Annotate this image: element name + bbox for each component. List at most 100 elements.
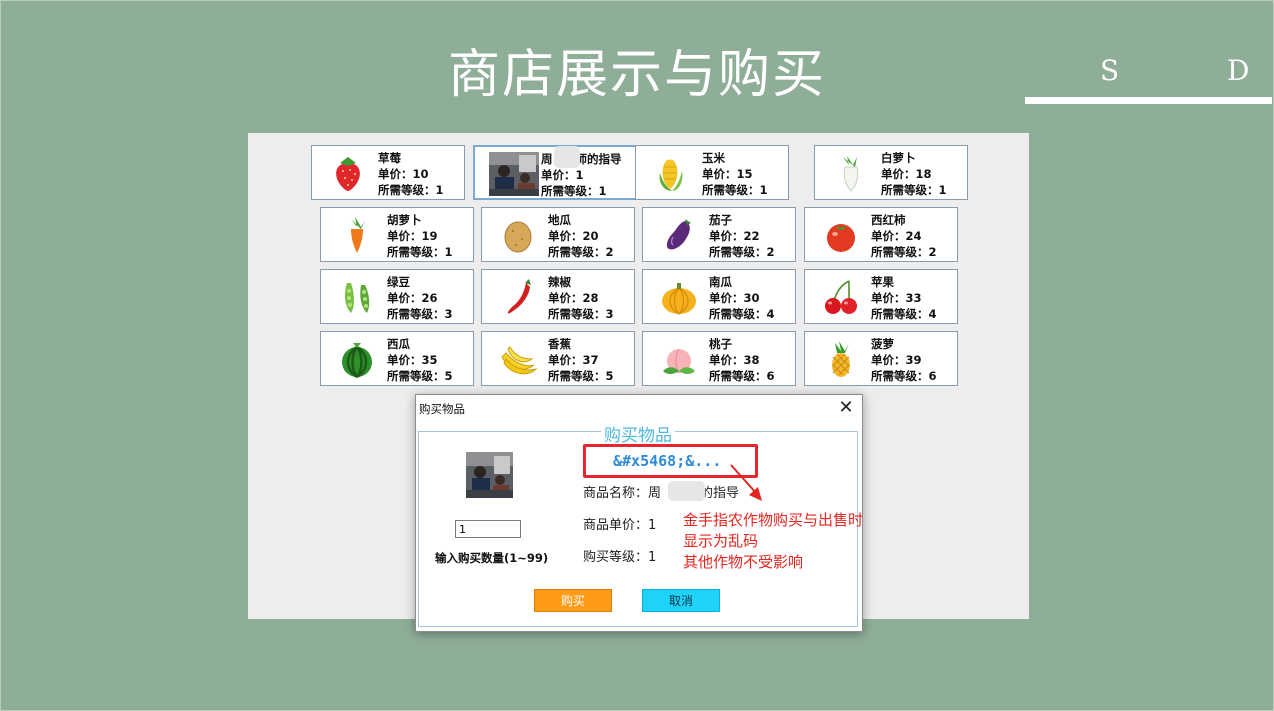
item-name: 白萝卜	[881, 151, 916, 165]
shop-item-tile[interactable]: 胡萝卜单价：19 所需等级：1	[320, 207, 474, 262]
shop-item-tile[interactable]: 地瓜单价：20 所需等级：2	[481, 207, 635, 262]
item-price: 单价：10	[378, 167, 429, 181]
teacher-photo	[489, 152, 539, 196]
item-level: 所需等级：6	[871, 369, 937, 383]
tomato-icon	[827, 224, 855, 252]
annotation-line-2: 显示为乱码	[683, 532, 759, 550]
item-name: 玉米	[702, 151, 725, 165]
shop-item-tile[interactable]: 桃子 单价：38 所需等级：6	[642, 331, 796, 386]
item-level: 所需等级：1	[881, 183, 947, 197]
item-level: 所需等级：1	[702, 183, 768, 197]
item-name: 草莓	[378, 151, 401, 165]
level-value: 1	[648, 550, 657, 565]
shop-item-tile[interactable]: 西瓜单价：35 所需等级：5	[320, 331, 474, 386]
item-price: 单价：26	[387, 291, 438, 305]
item-name: 苹果	[871, 275, 894, 289]
privacy-blur	[668, 481, 705, 501]
quantity-input[interactable]	[455, 520, 521, 538]
item-level: 所需等级：5	[387, 369, 453, 383]
white-radish-icon	[843, 156, 859, 192]
brand-letter-s: S	[1100, 54, 1120, 87]
item-price: 单价：22	[709, 229, 760, 243]
item-price: 单价：19	[387, 229, 438, 243]
level-row: 购买等级：1	[583, 546, 656, 565]
item-name: 胡萝卜	[387, 213, 422, 227]
shop-item-tile[interactable]: 香蕉单价：37 所需等级：5	[481, 331, 635, 386]
unit-price-label: 商品单价：	[583, 518, 649, 533]
shop-item-tile[interactable]: 玉米单价：15 所需等级：1	[635, 145, 789, 200]
shop-item-tile[interactable]: 草莓 单价：10 所需等级：1	[311, 145, 465, 200]
shop-item-tile[interactable]: 苹果 单价：33 所需等级：4	[804, 269, 958, 324]
item-price: 单价：39	[871, 353, 922, 367]
strawberry-icon	[336, 157, 360, 191]
item-price: 单价：1	[541, 168, 584, 182]
shop-item-tile[interactable]: 绿豆单价：26 所需等级：3	[320, 269, 474, 324]
annotation-line-1: 金手指农作物购买与出售时	[683, 511, 864, 529]
unit-price-value: 1	[648, 518, 657, 533]
annotation-line-3: 其他作物不受影响	[683, 553, 804, 571]
cherry-icon	[825, 280, 857, 314]
product-name-label: 商品名称：	[583, 486, 649, 501]
peach-icon	[663, 348, 695, 374]
item-price: 单价：35	[387, 353, 438, 367]
group-title: 购买物品	[601, 421, 675, 446]
item-level: 所需等级：4	[871, 307, 937, 321]
product-photo	[466, 452, 513, 498]
shop-item-tile[interactable]: 茄子单价：22 所需等级：2	[642, 207, 796, 262]
item-level: 所需等级：4	[709, 307, 775, 321]
item-name: 南瓜	[709, 275, 732, 289]
item-level: 所需等级：1	[387, 245, 453, 259]
item-price: 单价：24	[871, 229, 922, 243]
item-name: 西红柿	[871, 213, 906, 227]
item-level: 所需等级：2	[871, 245, 937, 259]
item-level: 所需等级：1	[541, 184, 607, 198]
item-name: 绿豆	[387, 275, 410, 289]
shop-item-tile[interactable]: 西红柿单价：24 所需等级：2	[804, 207, 958, 262]
shop-item-tile[interactable]: 南瓜单价：30 所需等级：4	[642, 269, 796, 324]
annotation-note: 金手指农作物购买与出售时 显示为乱码 其他作物不受影响	[683, 510, 863, 573]
item-name: 西瓜	[387, 337, 410, 351]
pineapple-icon	[832, 341, 850, 377]
highlight-box	[583, 444, 758, 478]
item-price: 单价：37	[548, 353, 599, 367]
buy-button[interactable]: 购买	[534, 589, 612, 612]
shop-item-tile[interactable]: 白萝卜单价：18 所需等级：1	[814, 145, 968, 200]
item-name: 香蕉	[548, 337, 571, 351]
shop-item-tile[interactable]: 周 师的指导 单价：1 所需等级：1	[473, 145, 647, 200]
eggplant-icon	[666, 219, 691, 250]
shop-item-tile[interactable]: 辣椒单价：28 所需等级：3	[481, 269, 635, 324]
item-price: 单价：30	[709, 291, 760, 305]
slide-title: 商店展示与购买	[447, 45, 826, 105]
item-level: 所需等级：3	[387, 307, 453, 321]
item-level: 所需等级：3	[548, 307, 614, 321]
item-price: 单价：20	[548, 229, 599, 243]
item-level: 所需等级：2	[709, 245, 775, 259]
item-name: 桃子	[709, 337, 732, 351]
cancel-button[interactable]: 取消	[642, 589, 720, 612]
item-price: 单价：38	[709, 353, 760, 367]
quantity-label: 输入购买数量(1~99)	[435, 551, 549, 565]
item-price: 单价：15	[702, 167, 753, 181]
corn-icon	[659, 159, 683, 191]
item-price: 单价：28	[548, 291, 599, 305]
mung-bean-icon	[344, 283, 370, 313]
item-price: 单价：18	[881, 167, 932, 181]
unit-price-row: 商品单价：1	[583, 514, 656, 533]
sweet-potato-icon	[504, 221, 532, 253]
close-icon[interactable]: ✕	[836, 398, 856, 418]
watermelon-icon	[342, 343, 372, 379]
shop-item-tile[interactable]: 菠萝单价：39 所需等级：6	[804, 331, 958, 386]
item-name: 地瓜	[548, 213, 571, 227]
item-level: 所需等级：2	[548, 245, 614, 259]
item-level: 所需等级：5	[548, 369, 614, 383]
item-name: 菠萝	[871, 337, 894, 351]
dialog-title: 购买物品	[419, 402, 465, 416]
item-name: 茄子	[709, 213, 732, 227]
privacy-blur	[554, 146, 580, 168]
chili-icon	[507, 279, 531, 314]
product-name-row: 商品名称：周 师的指导	[583, 482, 739, 501]
banana-icon	[501, 346, 538, 375]
brand-underline	[1025, 97, 1272, 104]
item-name: 辣椒	[548, 275, 571, 289]
brand-letter-d: D	[1227, 54, 1250, 87]
